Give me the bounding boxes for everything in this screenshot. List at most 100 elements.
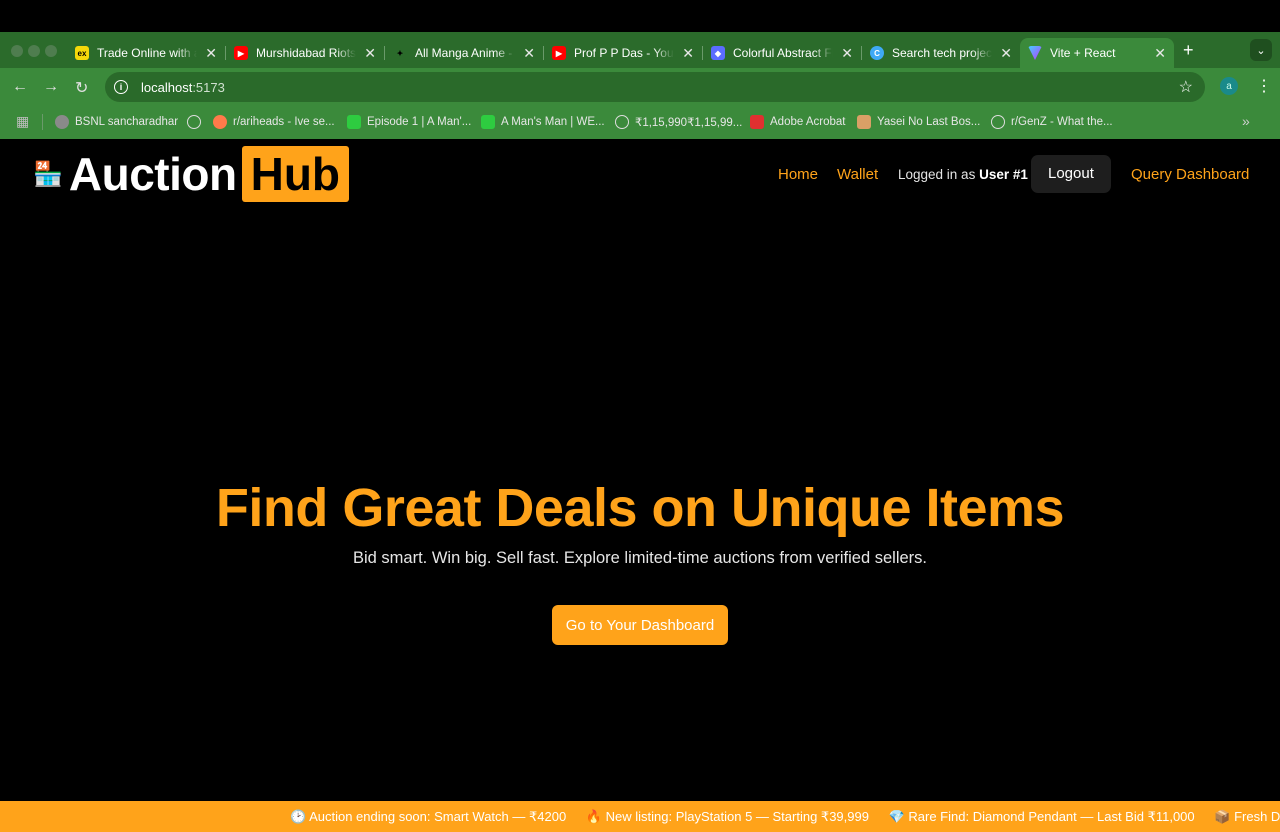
bookmark-item[interactable]: r/ariheads - Ive se... xyxy=(213,115,335,129)
screen-top-bar xyxy=(0,0,1280,32)
bookmark-label: A Man's Man | WE... xyxy=(501,116,605,128)
ticker-item[interactable]: 💎 Rare Find: Diamond Pendant — Last Bid … xyxy=(889,809,1195,824)
browser-chrome: ex Trade Online with a ✕ ▶ Murshidabad R… xyxy=(0,32,1280,139)
forward-arrow-icon[interactable]: → xyxy=(43,78,59,96)
globe-icon xyxy=(187,115,201,129)
menu-kebab-icon[interactable]: ⋮ xyxy=(1256,76,1272,96)
bookmark-item[interactable]: BSNL sancharadhar xyxy=(55,115,178,129)
browser-tab[interactable]: ▶ Murshidabad Riots, ✕ xyxy=(226,38,385,68)
bookmark-item[interactable] xyxy=(187,115,207,129)
youtube-icon: ▶ xyxy=(234,46,248,60)
ticker-item[interactable]: 🕑 Auction ending soon: Smart Watch — ₹42… xyxy=(290,809,566,824)
bookmark-label: Yasei No Last Bos... xyxy=(877,116,981,128)
bookmark-label: r/GenZ - What the... xyxy=(1011,116,1113,128)
bookmark-label: Episode 1 | A Man'... xyxy=(367,116,472,128)
bsnl-icon xyxy=(55,115,69,129)
logged-in-prefix: Logged in as xyxy=(898,166,976,182)
bookmark-label: r/ariheads - Ive se... xyxy=(233,116,335,128)
logged-in-user: User #1 xyxy=(979,166,1028,182)
ticker-item[interactable]: 🔥 New listing: PlayStation 5 — Starting … xyxy=(586,809,869,824)
bookmark-item[interactable]: ₹1,15,990₹1,15,99... xyxy=(615,115,742,129)
logout-button[interactable]: Logout xyxy=(1031,155,1111,193)
browser-tab[interactable]: ◆ Colorful Abstract Fi ✕ xyxy=(703,38,862,68)
close-icon[interactable]: ✕ xyxy=(841,45,853,62)
browser-tab[interactable]: ex Trade Online with a ✕ xyxy=(67,38,226,68)
nav-wallet-wrap: Wallet xyxy=(837,155,878,193)
logged-in-text: Logged in as User #1 xyxy=(898,167,1028,182)
address-bar[interactable]: i localhost:5173 ☆ xyxy=(105,72,1205,102)
bookmark-label: ₹1,15,990₹1,15,99... xyxy=(635,117,743,129)
tab-search-button[interactable]: ⌄ xyxy=(1250,39,1272,61)
site-logo[interactable]: 🏪 Auction Hub xyxy=(33,146,350,202)
close-icon[interactable]: ✕ xyxy=(523,45,535,62)
window-zoom-dot[interactable] xyxy=(45,45,57,57)
logo-word-hub: Hub xyxy=(241,146,350,202)
tab-title: Prof P P Das - YouTu xyxy=(574,46,674,60)
url-host: localhost xyxy=(141,79,193,95)
ticker-item[interactable]: 📦 Fresh Drop: Wir xyxy=(1214,809,1280,824)
tab-title: Trade Online with a xyxy=(97,46,197,60)
reload-icon[interactable]: ↻ xyxy=(75,78,88,98)
url-text: localhost:5173 xyxy=(141,80,225,95)
bookmark-item[interactable]: Adobe Acrobat xyxy=(750,115,845,129)
tab-title: Colorful Abstract Fi xyxy=(733,46,833,60)
acrobat-icon xyxy=(750,115,764,129)
go-to-dashboard-button[interactable]: Go to Your Dashboard xyxy=(552,605,728,645)
bookmark-item[interactable]: A Man's Man | WE... xyxy=(481,115,605,129)
hero-subtitle: Bid smart. Win big. Sell fast. Explore l… xyxy=(352,549,928,567)
apps-grid-icon[interactable]: ▦ xyxy=(16,113,29,130)
site-info-icon[interactable]: i xyxy=(114,80,128,94)
abstract-icon: ◆ xyxy=(711,46,725,60)
window-minimize-dot[interactable] xyxy=(28,45,40,57)
back-arrow-icon[interactable]: ← xyxy=(12,78,28,96)
close-icon[interactable]: ✕ xyxy=(364,45,376,62)
store-icon: 🏪 xyxy=(33,160,63,188)
bookmark-separator xyxy=(42,114,43,130)
hero-title: Find Great Deals on Unique Items xyxy=(215,478,1065,538)
close-icon[interactable]: ✕ xyxy=(1154,45,1166,62)
query-dashboard-wrap: Query Dashboard xyxy=(1131,155,1249,193)
close-icon[interactable]: ✕ xyxy=(1000,45,1012,62)
logout-wrap: Logout xyxy=(1031,155,1111,193)
browser-tab[interactable]: ▶ Prof P P Das - YouTu ✕ xyxy=(544,38,703,68)
tab-title: Vite + React xyxy=(1050,46,1116,60)
logged-in-status: Logged in as User #1 xyxy=(898,155,1028,193)
auction-hub-app: 🏪 Auction Hub Home Wallet Logged in as U… xyxy=(0,139,1280,801)
nav-home-wrap: Home xyxy=(778,155,818,193)
nav-wallet-link[interactable]: Wallet xyxy=(837,166,878,183)
tab-title: Murshidabad Riots, xyxy=(256,46,356,60)
globe-icon xyxy=(991,115,1005,129)
window-close-dot[interactable] xyxy=(11,45,23,57)
chevron-right-icon[interactable]: » xyxy=(1242,113,1250,129)
leaf-icon xyxy=(481,115,495,129)
bookmark-star-icon[interactable]: ☆ xyxy=(1179,77,1193,97)
manga-icon: ✦ xyxy=(396,48,404,58)
vite-icon xyxy=(1028,46,1042,60)
bookmark-item[interactable]: r/GenZ - What the... xyxy=(991,115,1113,129)
browser-tab[interactable]: C Search tech project ✕ xyxy=(862,38,1020,68)
bookmark-item[interactable]: Yasei No Last Bos... xyxy=(857,115,980,129)
auction-ticker: 🕑 Auction ending soon: Smart Watch — ₹42… xyxy=(0,801,1280,832)
exness-icon: ex xyxy=(75,46,89,60)
new-tab-button[interactable]: + xyxy=(1183,40,1194,61)
close-icon[interactable]: ✕ xyxy=(682,45,694,62)
bookmark-label: BSNL sancharadhar xyxy=(75,116,179,128)
tab-strip: ex Trade Online with a ✕ ▶ Murshidabad R… xyxy=(0,32,1280,68)
nav-query-dashboard-link[interactable]: Query Dashboard xyxy=(1131,166,1249,183)
bookmark-item[interactable]: Episode 1 | A Man'... xyxy=(347,115,471,129)
browser-tab-active[interactable]: Vite + React ✕ xyxy=(1020,38,1174,68)
tab-title: All Manga Anime - A xyxy=(415,46,515,60)
youtube-icon: ▶ xyxy=(552,46,566,60)
navigation-row: ← → ↻ i localhost:5173 ☆ a ⋮ xyxy=(0,68,1280,106)
browser-tab[interactable]: ✦ All Manga Anime - A ✕ xyxy=(385,38,544,68)
tab-title: Search tech project xyxy=(892,46,992,60)
profile-avatar[interactable]: a xyxy=(1220,77,1238,95)
close-icon[interactable]: ✕ xyxy=(205,45,217,62)
manga-icon xyxy=(857,115,871,129)
bookmark-label: Adobe Acrobat xyxy=(770,116,846,128)
search-icon: C xyxy=(870,46,884,60)
bookmarks-bar: ▦ BSNL sancharadhar r/ariheads - Ive se.… xyxy=(0,106,1280,139)
nav-home-link[interactable]: Home xyxy=(778,166,818,183)
url-port: :5173 xyxy=(192,79,225,95)
reddit-icon xyxy=(213,115,227,129)
